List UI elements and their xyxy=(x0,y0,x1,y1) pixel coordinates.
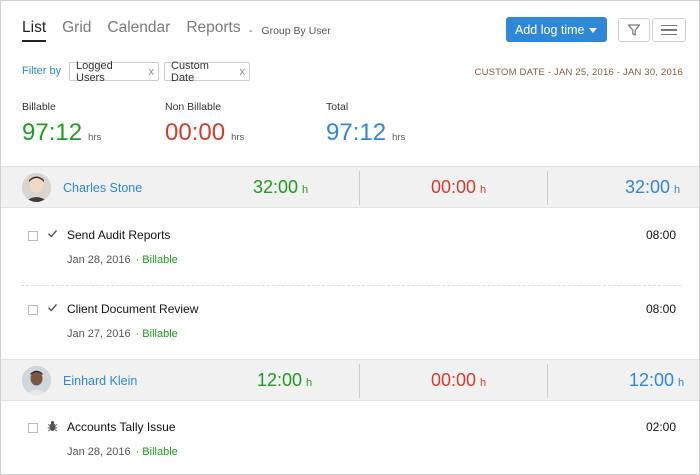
summary-non-billable-label: Non Billable xyxy=(165,101,222,113)
task-date: Jan 27, 2016 xyxy=(67,328,131,340)
user-billable-value: 12:00 xyxy=(257,370,303,390)
user-non-billable-value: 00:00 xyxy=(431,177,477,197)
task-date: Jan 28, 2016 xyxy=(67,254,131,266)
task-billable-status: Billable xyxy=(142,446,178,458)
bug-icon xyxy=(47,420,58,435)
user-billable-hours: 32:00 h xyxy=(253,177,308,198)
filter-icon xyxy=(627,24,641,36)
summary-non-billable-unit: hrs xyxy=(231,132,245,143)
user-total-value: 12:00 xyxy=(629,370,675,390)
avatar xyxy=(22,173,51,202)
summary-total-unit: hrs xyxy=(392,132,406,143)
summary-non-billable-value: 00:00 xyxy=(165,119,226,146)
hours-unit: h xyxy=(480,184,487,196)
task-name[interactable]: Send Audit Reports xyxy=(67,228,170,242)
task-name[interactable]: Accounts Tally Issue xyxy=(67,420,176,434)
task-checkbox[interactable] xyxy=(28,231,38,241)
summary-billable: Billable 97:12 hrs xyxy=(22,101,101,147)
user-billable-hours: 12:00 h xyxy=(257,370,312,391)
menu-icon xyxy=(661,22,677,39)
group-by-selector[interactable]: - Group By User xyxy=(249,25,331,37)
tab-grid[interactable]: Grid xyxy=(62,19,91,37)
summary-billable-label: Billable xyxy=(22,101,56,113)
column-divider xyxy=(359,364,360,398)
task-checkbox[interactable] xyxy=(28,305,38,315)
summary-billable-value: 97:12 xyxy=(22,119,83,146)
user-non-billable-hours: 00:00 h xyxy=(431,177,486,198)
tab-list[interactable]: List xyxy=(22,19,47,42)
view-tabs: List Grid Calendar Reports xyxy=(22,19,257,42)
check-icon xyxy=(47,302,58,316)
close-icon[interactable]: x xyxy=(149,66,155,78)
user-name[interactable]: Charles Stone xyxy=(63,181,142,195)
user-group-header[interactable]: Einhard Klein 12:00 h 00:00 h 12:00 h xyxy=(1,359,699,401)
filter-chip-custom-date: Custom Date x xyxy=(164,59,250,84)
task-meta: Jan 28, 2016 · Billable xyxy=(67,446,178,458)
summary-total-value: 97:12 xyxy=(326,119,387,146)
timesheet-panel: List Grid Calendar Reports - Group By Us… xyxy=(0,0,700,475)
user-billable-value: 32:00 xyxy=(253,177,299,197)
task-time: 08:00 xyxy=(645,228,676,242)
avatar xyxy=(22,366,51,395)
group-by-label: Group By User xyxy=(261,25,331,37)
user-group-header[interactable]: Charles Stone 32:00 h 00:00 h 32:00 h xyxy=(1,166,699,208)
close-icon[interactable]: x xyxy=(240,66,246,78)
task-date: Jan 28, 2016 xyxy=(67,446,131,458)
user-total-hours: 32:00 h xyxy=(625,177,680,198)
menu-button[interactable] xyxy=(652,18,686,42)
user-non-billable-value: 00:00 xyxy=(431,370,477,390)
user-name[interactable]: Einhard Klein xyxy=(63,374,137,388)
user-total-hours: 12:00 h xyxy=(629,370,684,391)
column-divider xyxy=(359,171,360,205)
task-checkbox[interactable] xyxy=(28,423,38,433)
task-billable-status: Billable xyxy=(142,328,178,340)
column-divider xyxy=(547,364,548,398)
separator-dot: · xyxy=(135,254,140,266)
task-time: 08:00 xyxy=(645,302,676,316)
filter-chip-logged-users: Logged Users x xyxy=(69,59,159,84)
separator-dot: · xyxy=(135,328,140,340)
check-icon xyxy=(47,228,58,242)
filter-by-label: Filter by xyxy=(22,65,62,77)
task-name[interactable]: Client Document Review xyxy=(67,302,198,316)
hours-unit: h xyxy=(302,184,309,196)
user-non-billable-hours: 00:00 h xyxy=(431,370,486,391)
summary-non-billable: Non Billable 00:00 hrs xyxy=(165,101,244,147)
group-by-dash: - xyxy=(249,25,253,37)
chevron-down-icon xyxy=(589,28,597,33)
summary-total-label: Total xyxy=(326,101,349,113)
filter-button[interactable] xyxy=(618,18,650,42)
task-time: 02:00 xyxy=(645,420,676,434)
task-meta: Jan 28, 2016 · Billable xyxy=(67,254,178,266)
filter-chip-label: Logged Users xyxy=(76,59,113,84)
filter-chip-label: Custom Date xyxy=(171,59,209,84)
add-log-time-label: Add log time xyxy=(515,22,585,37)
date-range-label: CUSTOM DATE - JAN 25, 2016 - JAN 30, 201… xyxy=(474,67,683,78)
hours-unit: h xyxy=(306,377,313,389)
row-divider xyxy=(21,285,681,286)
summary-total: Total 97:12 hrs xyxy=(326,101,405,147)
add-log-time-button[interactable]: Add log time xyxy=(506,17,607,42)
hours-unit: h xyxy=(674,184,681,196)
task-billable-status: Billable xyxy=(142,254,178,266)
tab-calendar[interactable]: Calendar xyxy=(107,19,170,37)
tab-reports[interactable]: Reports xyxy=(186,19,240,37)
hours-unit: h xyxy=(480,377,487,389)
separator-dot: · xyxy=(135,446,140,458)
summary-billable-unit: hrs xyxy=(88,132,102,143)
column-divider xyxy=(547,171,548,205)
user-total-value: 32:00 xyxy=(625,177,671,197)
task-meta: Jan 27, 2016 · Billable xyxy=(67,328,178,340)
hours-unit: h xyxy=(678,377,685,389)
